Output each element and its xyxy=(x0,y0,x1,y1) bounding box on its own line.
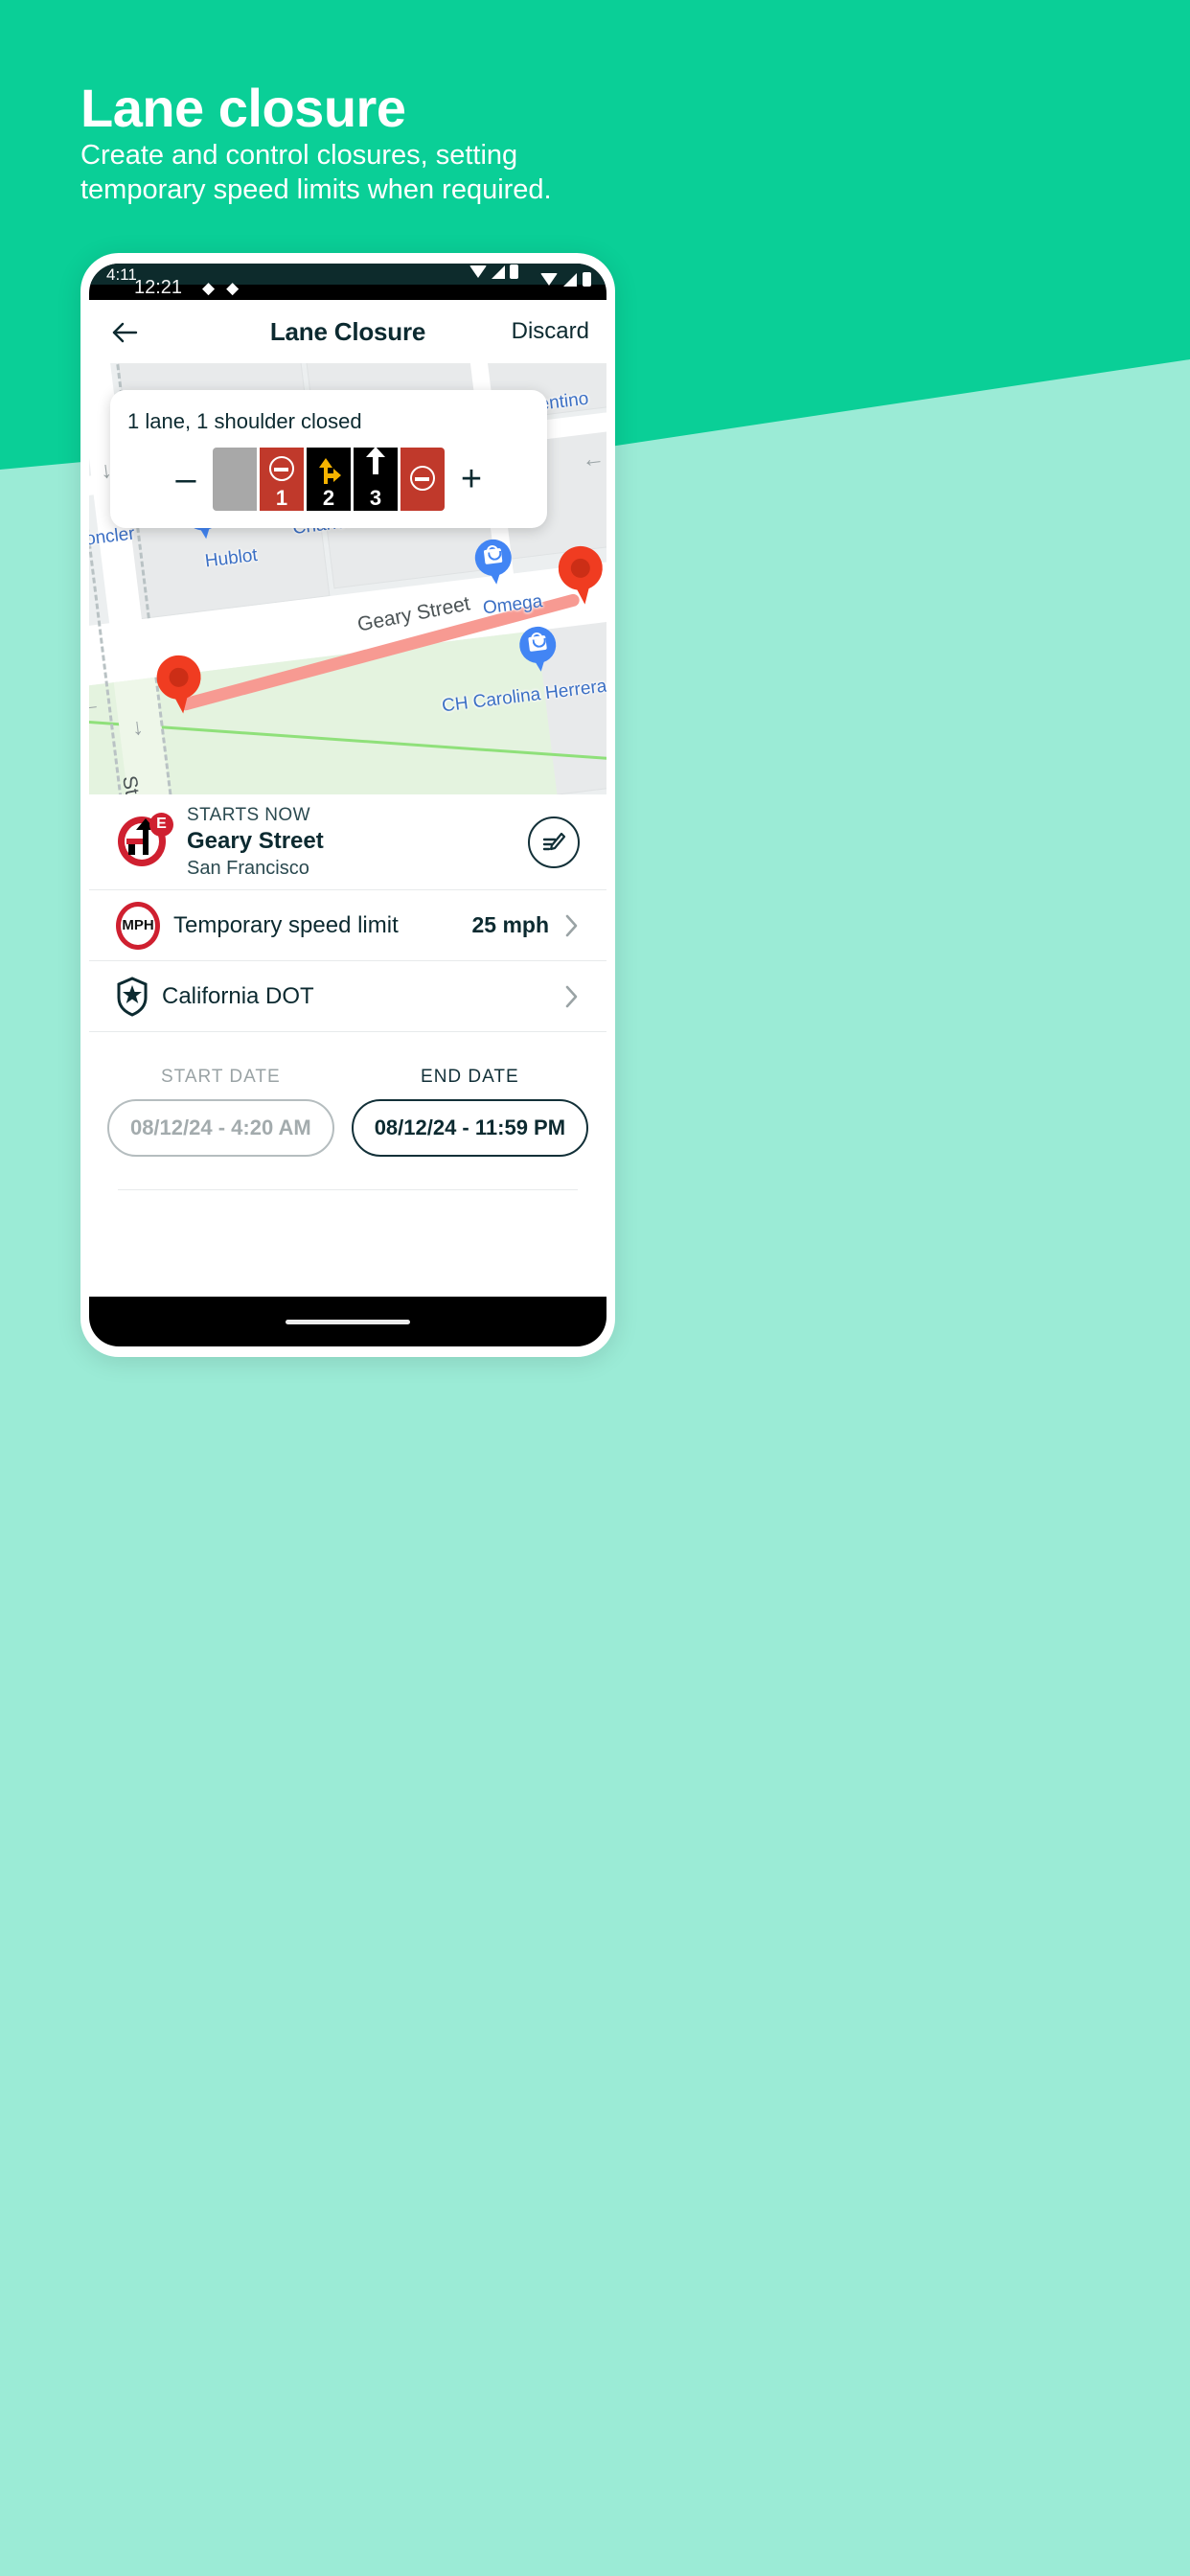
add-lane-button[interactable]: + xyxy=(445,461,498,497)
lane-shoulder-right[interactable] xyxy=(400,448,445,511)
signal-icon xyxy=(492,264,505,279)
closure-badge: E xyxy=(149,812,173,837)
start-date-label: START DATE xyxy=(160,1067,281,1087)
end-date-label: END DATE xyxy=(421,1067,519,1087)
map-poi-pin[interactable] xyxy=(472,537,515,589)
lane-3[interactable]: 3 xyxy=(354,447,398,511)
home-indicator[interactable] xyxy=(286,1319,410,1324)
chevron-right-icon xyxy=(565,985,578,1007)
phone-screen: 4:11 12:21 ◆◆ Lane Closure Discard ↓ ↓ ←… xyxy=(89,264,606,1346)
lane-1[interactable]: 1 xyxy=(260,448,304,511)
start-date-group: START DATE 08/12/24 - 4:20 AM xyxy=(106,1067,334,1157)
no-entry-icon xyxy=(410,466,435,491)
signal-icon-2 xyxy=(563,272,577,287)
closure-city: San Francisco xyxy=(187,857,309,879)
end-date-field[interactable]: 08/12/24 - 11:59 PM xyxy=(351,1099,589,1157)
closure-street-name: Geary Street xyxy=(187,827,324,854)
mph-sign-icon: MPH xyxy=(116,901,160,950)
closure-start-marker[interactable] xyxy=(153,653,205,717)
closure-end-marker[interactable] xyxy=(556,543,606,608)
wifi-icon xyxy=(469,265,487,278)
lane-shoulder-left[interactable] xyxy=(213,448,257,511)
lane-stepper-row: – 1 2 3 + xyxy=(127,447,530,511)
agency-label: California DOT xyxy=(162,982,314,1009)
end-date-group: END DATE 08/12/24 - 11:59 PM xyxy=(351,1067,589,1157)
agency-row[interactable]: California DOT xyxy=(89,961,606,1032)
start-date-field[interactable]: 08/12/24 - 4:20 AM xyxy=(106,1099,334,1157)
status-bar-icons-secondary xyxy=(540,272,591,287)
shield-star-icon xyxy=(116,976,149,1017)
status-bar-time-primary: 4:11 xyxy=(106,265,137,284)
map-view[interactable]: ↓ ↓ ← ← ← ↑ Geary Street Stockton Moncle… xyxy=(89,363,606,794)
lane-closure-summary: 1 lane, 1 shoulder closed xyxy=(127,409,362,433)
system-navigation-bar xyxy=(89,1297,606,1346)
lane-number: 3 xyxy=(369,486,382,510)
mph-sign-text: MPH xyxy=(122,917,154,933)
lane-number: 1 xyxy=(275,486,288,510)
app-header: Lane Closure Discard xyxy=(89,300,606,363)
speed-limit-row[interactable]: MPH Temporary speed limit 25 mph xyxy=(89,890,606,961)
page-subtitle: Create and control closures, setting tem… xyxy=(80,140,552,205)
date-range-section: START DATE 08/12/24 - 4:20 AM END DATE 0… xyxy=(89,1032,606,1157)
page-title: Lane closure xyxy=(80,78,406,138)
lane-selector-card: 1 lane, 1 shoulder closed – 1 2 3 + xyxy=(110,390,547,528)
edit-closure-button[interactable] xyxy=(528,816,580,868)
status-bar-time-secondary: 12:21 xyxy=(134,277,183,298)
status-bar-ghost-icons: ◆◆ xyxy=(202,279,251,297)
battery-icon-2 xyxy=(583,272,591,287)
lane-list: 1 2 3 xyxy=(213,447,445,511)
status-bar: 4:11 12:21 ◆◆ xyxy=(89,264,606,300)
speed-limit-value: 25 mph xyxy=(471,912,549,937)
remove-lane-button[interactable]: – xyxy=(159,461,213,497)
edit-pencil-icon xyxy=(542,832,566,850)
phone-mockup: 4:11 12:21 ◆◆ Lane Closure Discard ↓ ↓ ←… xyxy=(80,253,615,1357)
closure-status-kicker: STARTS NOW xyxy=(187,804,310,825)
road-work-sign-icon: E xyxy=(116,812,173,870)
closure-info-row[interactable]: E STARTS NOW Geary Street San Francisco xyxy=(89,794,606,890)
merge-right-arrow-icon xyxy=(315,455,342,484)
lane-number: 2 xyxy=(322,486,335,510)
status-bar-icons-primary xyxy=(469,264,518,279)
lane-2[interactable]: 2 xyxy=(307,448,351,511)
chevron-right-icon xyxy=(565,914,578,936)
map-poi-pin[interactable] xyxy=(517,624,560,677)
battery-icon xyxy=(510,264,518,279)
closure-detail-sheet: E STARTS NOW Geary Street San Francisco … xyxy=(89,794,606,1190)
discard-button[interactable]: Discard xyxy=(512,300,589,363)
straight-arrow-icon xyxy=(366,447,385,474)
sheet-divider xyxy=(118,1189,578,1190)
no-entry-icon xyxy=(269,456,294,481)
speed-limit-label: Temporary speed limit xyxy=(173,911,399,938)
wifi-icon-2 xyxy=(540,273,558,286)
